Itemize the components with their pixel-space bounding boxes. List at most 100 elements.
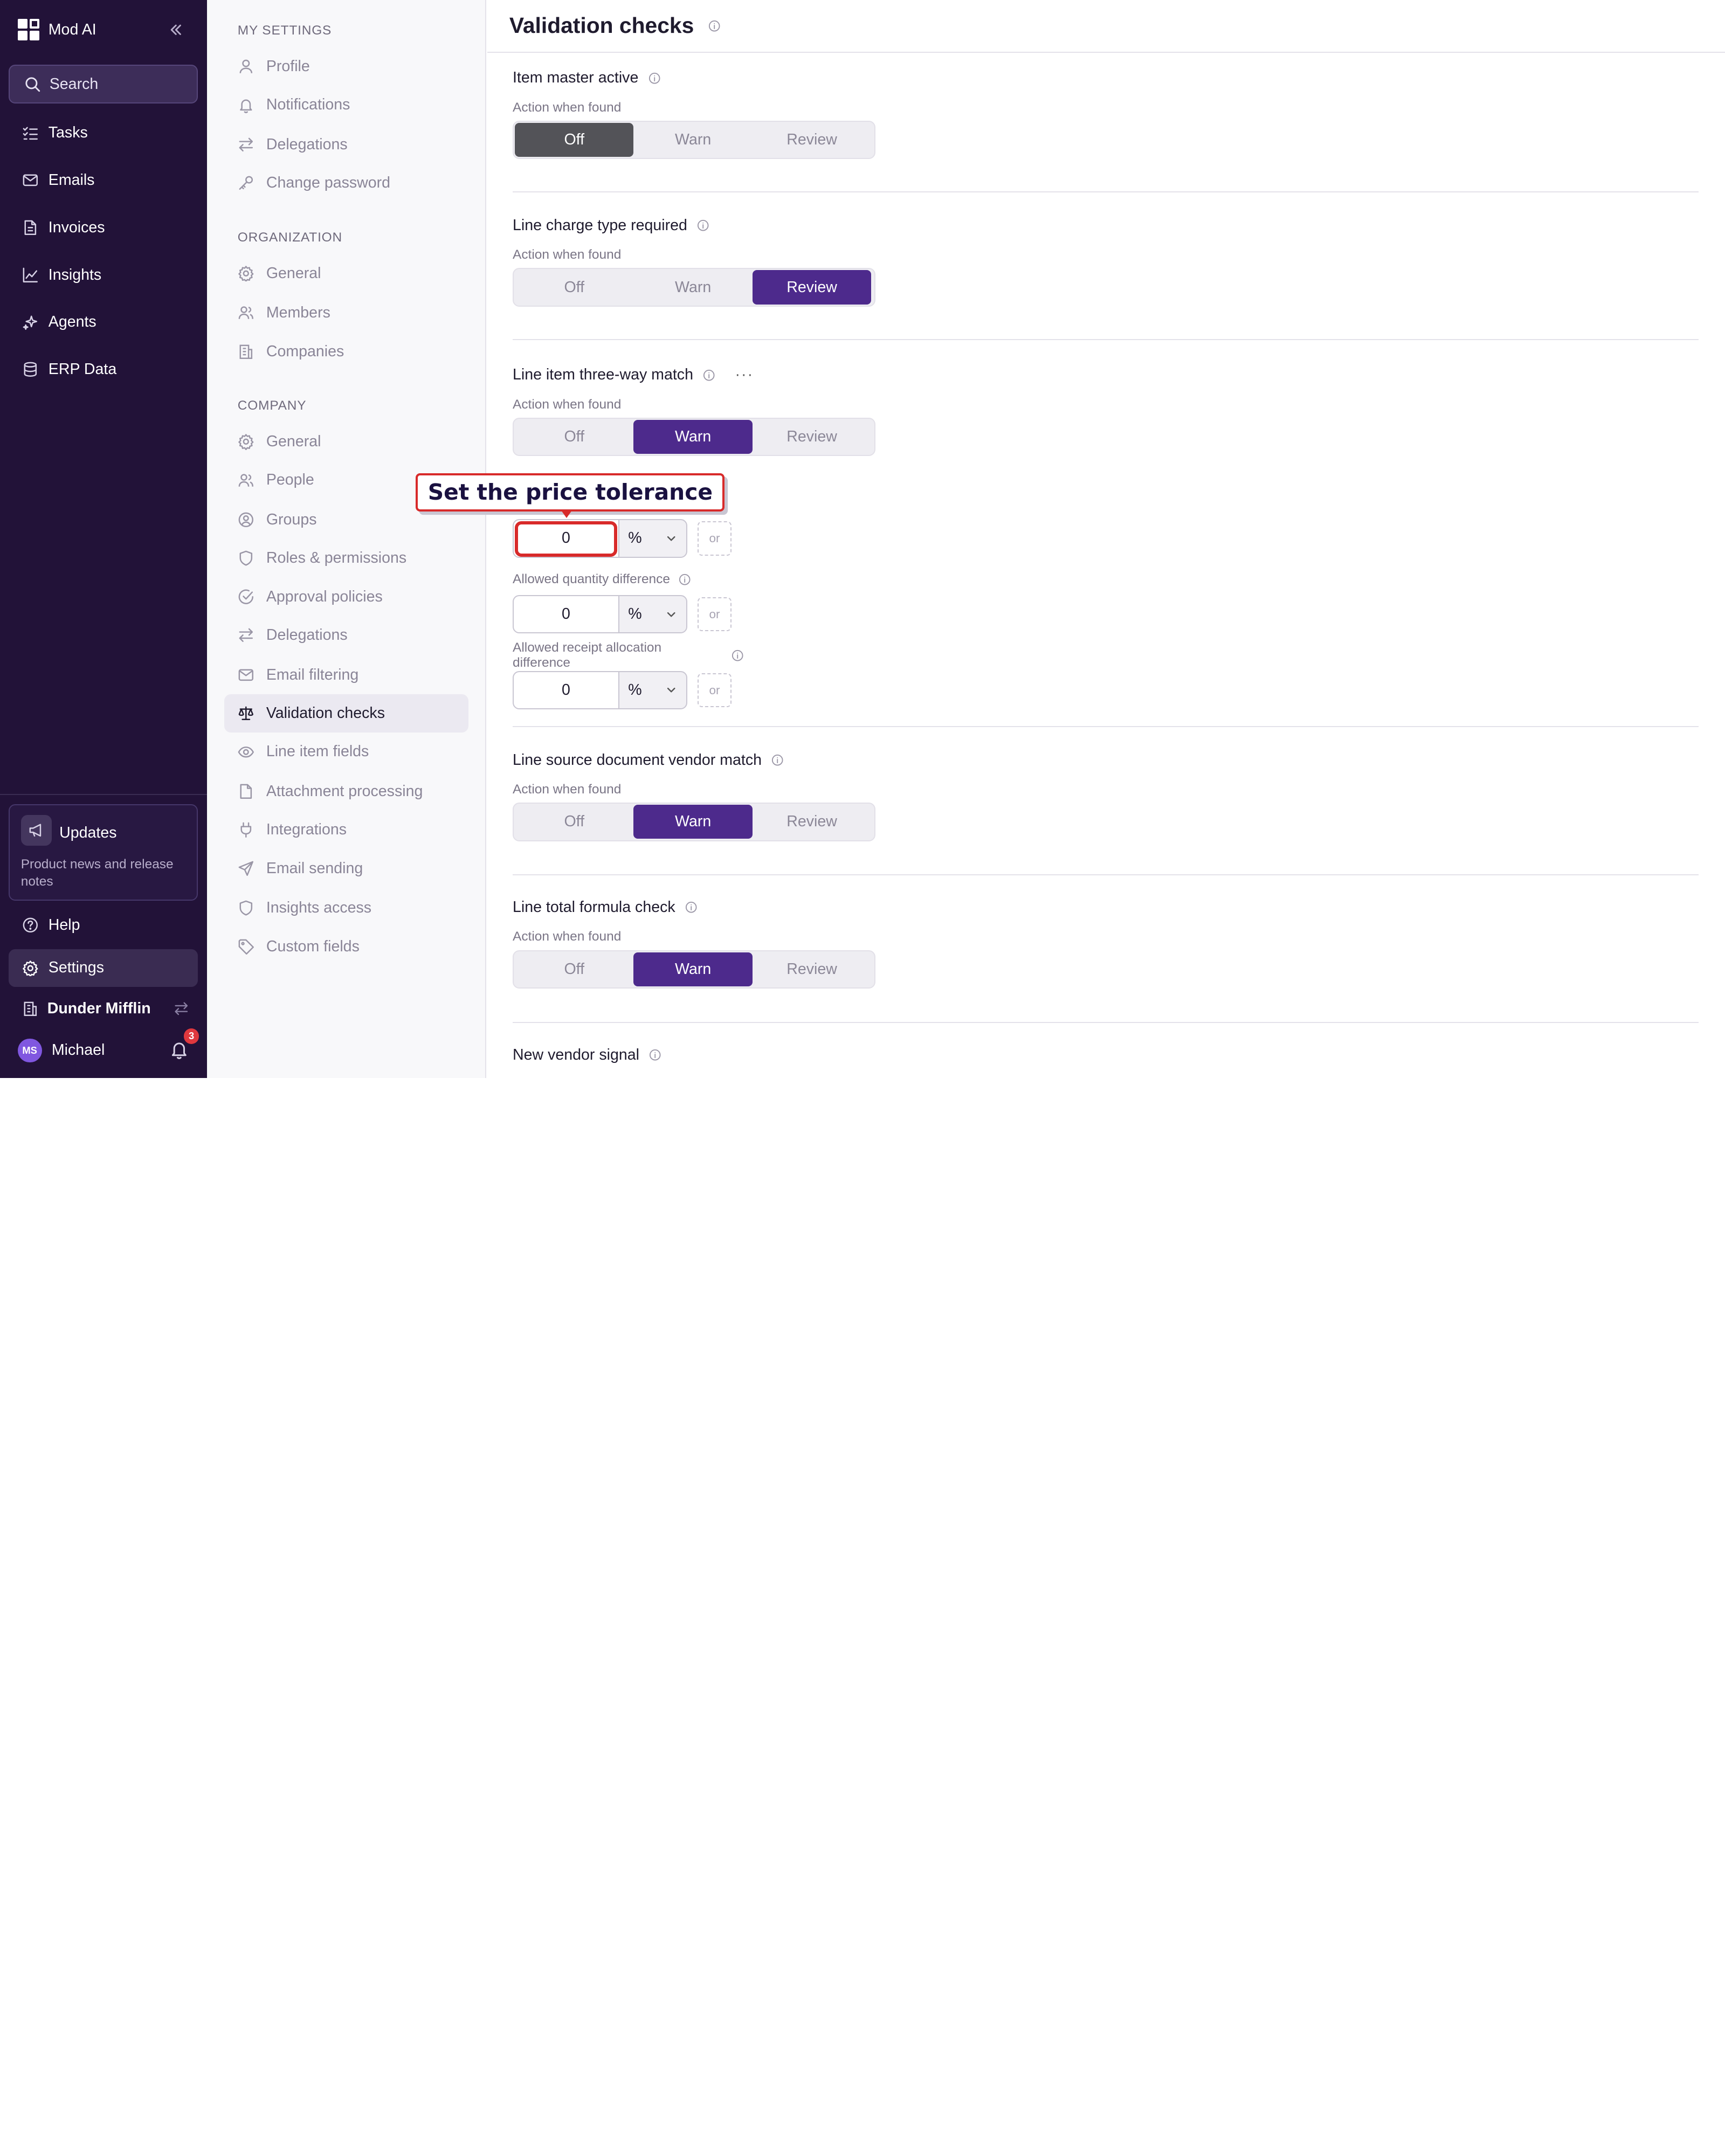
option-review[interactable]: Review (753, 952, 871, 986)
receipt-allocation-tolerance-input[interactable]: 0 (513, 671, 618, 710)
quantity-tolerance-input[interactable]: 0 (513, 595, 618, 634)
option-off[interactable]: Off (515, 805, 633, 839)
info-icon[interactable] (697, 219, 709, 231)
organization-switcher[interactable]: Dunder Mifflin (22, 998, 189, 1020)
action-segmented-control: Off Warn Review (513, 950, 876, 989)
main-content: Validation checks Item master active Act… (487, 0, 1725, 1078)
tag-icon (238, 939, 254, 955)
divider (513, 725, 1699, 727)
price-tolerance-input[interactable]: 0 (513, 519, 618, 558)
option-review[interactable]: Review (753, 123, 871, 157)
search-button[interactable]: Search (9, 65, 198, 103)
settings-item-roles-permissions[interactable]: Roles & permissions (224, 539, 468, 577)
check-title: Line item three-way match (513, 366, 693, 384)
settings-item-companies[interactable]: Companies (224, 332, 468, 370)
settings-item-label: Email filtering (266, 666, 359, 683)
option-off[interactable]: Off (515, 952, 633, 986)
action-label: Action when found (513, 929, 622, 944)
info-icon[interactable] (771, 754, 783, 766)
gear-icon (238, 434, 254, 450)
settings-item-company-delegations[interactable]: Delegations (224, 616, 468, 654)
option-review[interactable]: Review (753, 420, 871, 454)
settings-item-label: People (266, 471, 314, 489)
option-review[interactable]: Review (752, 270, 872, 305)
info-icon[interactable] (679, 573, 691, 585)
main-sidebar: Mod AI Search Tasks Emails Invoices Insi… (0, 0, 207, 1078)
option-warn[interactable]: Warn (633, 419, 753, 454)
brand[interactable]: Mod AI (17, 18, 96, 41)
settings-item-custom-fields[interactable]: Custom fields (224, 927, 468, 965)
plug-icon (240, 823, 251, 838)
settings-item-validation-checks[interactable]: Validation checks (224, 694, 469, 733)
unit-select[interactable]: % (618, 519, 688, 558)
database-icon (24, 362, 37, 377)
settings-item-org-general[interactable]: General (224, 254, 468, 292)
settings-item-members[interactable]: Members (224, 294, 468, 332)
scale-icon (238, 706, 253, 721)
settings-item-email-filtering[interactable]: Email filtering (224, 655, 468, 694)
unit-value: % (628, 681, 642, 699)
organization-name: Dunder Mifflin (47, 999, 151, 1017)
info-icon[interactable] (732, 649, 743, 661)
updates-card[interactable]: Updates Product news and release notes (9, 804, 198, 901)
nav-item-erp-data[interactable]: ERP Data (9, 351, 198, 388)
settings-item-attachment-processing[interactable]: Attachment processing (224, 772, 468, 811)
or-button[interactable]: or (697, 673, 732, 708)
info-icon[interactable] (708, 20, 720, 32)
info-icon[interactable] (649, 1049, 661, 1061)
settings-item-notifications[interactable]: Notifications (224, 86, 468, 124)
shield-icon (239, 900, 252, 916)
nav-item-tasks[interactable]: Tasks (9, 114, 198, 151)
nav-item-insights[interactable]: Insights (9, 257, 198, 294)
option-review[interactable]: Review (753, 805, 871, 839)
action-label: Action when found (513, 397, 622, 412)
info-icon[interactable] (703, 369, 715, 381)
nav-item-agents[interactable]: Agents (9, 303, 198, 341)
check-title: Line charge type required (513, 216, 687, 234)
option-off[interactable]: Off (515, 270, 633, 304)
info-icon[interactable] (685, 901, 697, 913)
option-warn[interactable]: Warn (633, 952, 753, 986)
collapse-sidebar-icon[interactable] (167, 21, 185, 39)
divider (513, 874, 1699, 876)
nav-item-invoices[interactable]: Invoices (9, 209, 198, 246)
nav-item-label: Settings (48, 959, 104, 977)
nav-item-emails[interactable]: Emails (9, 162, 198, 199)
check-title: Item master active (513, 69, 639, 87)
unit-value: % (628, 605, 642, 623)
option-off[interactable]: Off (515, 122, 634, 157)
chevron-down-icon (667, 536, 675, 541)
option-warn[interactable]: Warn (633, 270, 752, 304)
settings-item-line-item-fields[interactable]: Line item fields (224, 733, 468, 771)
check-line-charge-type-required: Line charge type required Action when fo… (513, 216, 1699, 307)
nav-item-settings[interactable]: Settings (9, 949, 198, 987)
unit-value: % (628, 529, 642, 547)
or-button[interactable]: or (697, 597, 732, 632)
settings-item-integrations[interactable]: Integrations (224, 811, 468, 849)
option-warn[interactable]: Warn (633, 805, 753, 839)
more-options-icon[interactable]: ··· (735, 366, 754, 384)
app-window: Mod AI Search Tasks Emails Invoices Insi… (0, 0, 1725, 1078)
info-icon[interactable] (648, 72, 660, 84)
receipt-allocation-tolerance-group: Allowed receipt allocation difference 0 … (513, 640, 744, 710)
updates-title: Updates (59, 824, 117, 841)
megaphone-icon (20, 815, 52, 846)
settings-item-change-password[interactable]: Change password (224, 164, 468, 202)
check-item-master-active: Item master active Action when found Off… (513, 68, 1699, 160)
settings-item-approval-policies[interactable]: Approval policies (224, 577, 468, 616)
unit-select[interactable]: % (618, 595, 688, 634)
nav-item-help[interactable]: Help (9, 907, 198, 944)
settings-item-email-sending[interactable]: Email sending (224, 849, 468, 887)
settings-item-profile[interactable]: Profile (224, 47, 468, 86)
unit-select[interactable]: % (618, 671, 688, 710)
nav-item-label: Help (48, 916, 80, 934)
users-icon (238, 306, 253, 320)
option-off[interactable]: Off (515, 420, 633, 454)
user-profile[interactable]: MS Michael 3 (17, 1028, 199, 1063)
or-button[interactable]: or (697, 521, 732, 556)
settings-item-insights-access[interactable]: Insights access (224, 889, 468, 927)
switch-arrows-icon (239, 137, 253, 152)
option-warn[interactable]: Warn (633, 123, 752, 157)
settings-item-delegations[interactable]: Delegations (224, 126, 468, 164)
settings-item-company-general[interactable]: General (224, 423, 468, 461)
